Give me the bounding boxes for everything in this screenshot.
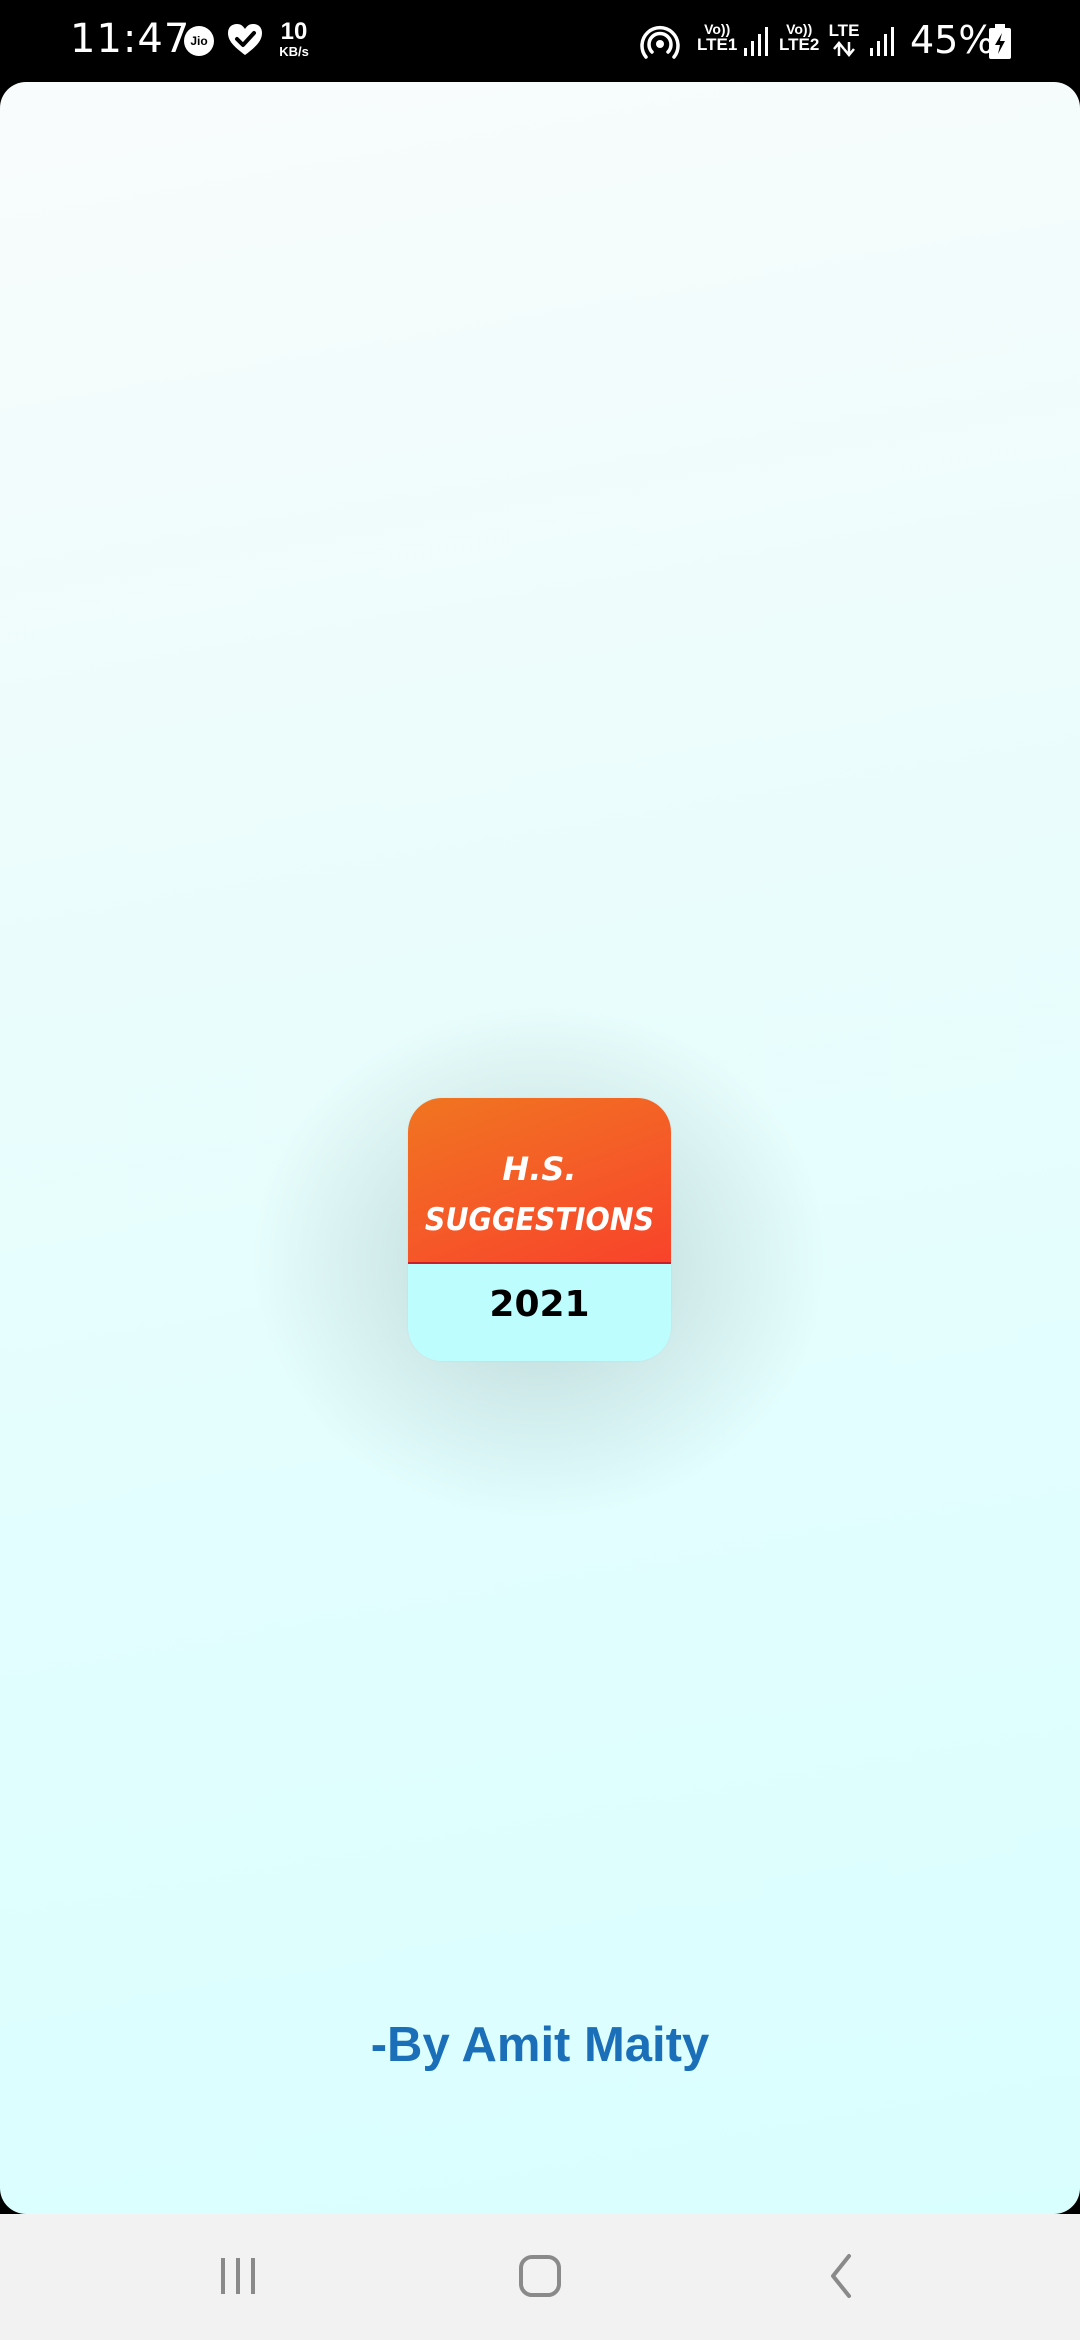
- status-time: 11:47: [70, 16, 191, 62]
- battery-charging-icon: [989, 24, 1011, 59]
- signal-icon: [744, 27, 768, 56]
- logo-top-panel: H.S. SUGGESTIONS: [408, 1098, 671, 1264]
- back-button[interactable]: [797, 2236, 887, 2316]
- sim2-volte-label: Vo)) LTE2: [779, 21, 820, 54]
- net-speed-value: 10: [280, 18, 308, 45]
- back-icon: [831, 2254, 851, 2298]
- hotspot-icon: [640, 26, 680, 59]
- logo-year: 2021: [489, 1284, 590, 1325]
- logo-title-line1: H.S.: [502, 1150, 577, 1188]
- splash-screen: H.S. SUGGESTIONS 2021 -By Amit Maity: [0, 82, 1080, 2214]
- data-type-label: LTE: [826, 22, 862, 57]
- battery-percent: 45%: [910, 18, 995, 62]
- navigation-bar: [0, 2214, 1080, 2340]
- author-credit: -By Amit Maity: [370, 2018, 710, 2072]
- recent-apps-button[interactable]: [193, 2236, 283, 2316]
- net-speed-unit: KB/s: [279, 44, 309, 59]
- sim1-volte-label: Vo)) LTE1: [697, 21, 738, 54]
- data-arrows-icon: [833, 41, 855, 57]
- logo-title-line2: SUGGESTIONS: [424, 1202, 655, 1238]
- net-speed: 10 KB/s: [274, 18, 314, 59]
- health-check-icon: [228, 24, 262, 55]
- signal-icon: [870, 27, 894, 56]
- home-button[interactable]: [495, 2236, 585, 2316]
- home-icon: [519, 2255, 561, 2297]
- jio-icon: Jio: [184, 26, 214, 56]
- app-logo: H.S. SUGGESTIONS 2021: [408, 1098, 671, 1361]
- logo-bottom-panel: 2021: [408, 1264, 671, 1361]
- status-bar: 11:47 Jio 10 KB/s Vo)) LTE1 Vo)) LTE2 LT…: [0, 0, 1080, 82]
- recent-apps-icon: [221, 2258, 255, 2294]
